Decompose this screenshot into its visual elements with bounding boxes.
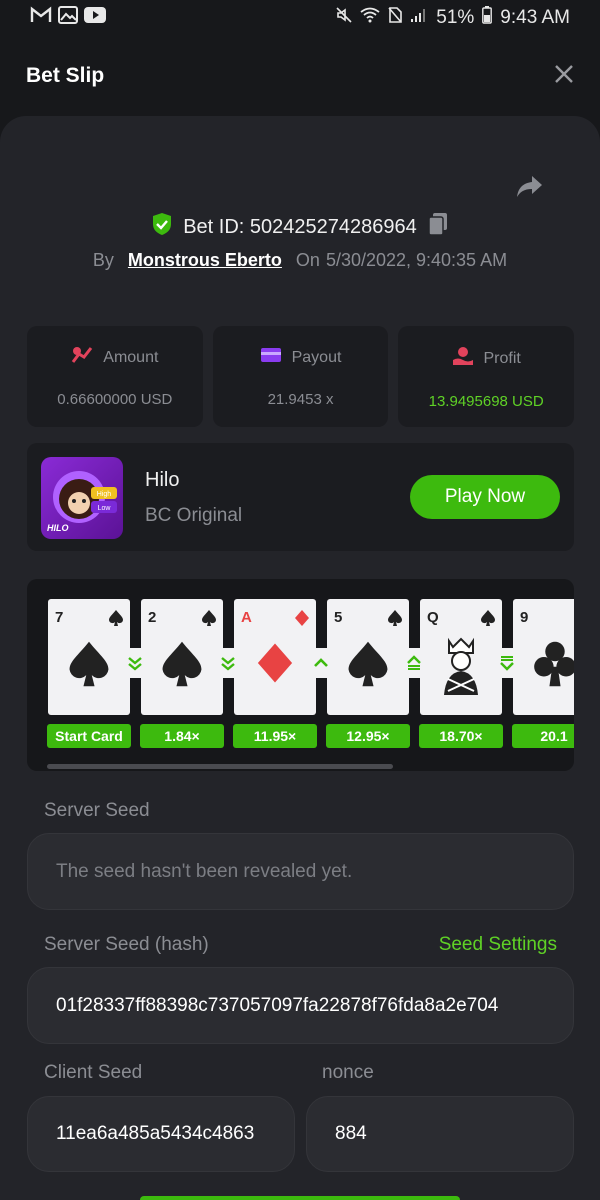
nonce-label: nonce	[322, 1062, 374, 1083]
share-icon[interactable]	[514, 170, 546, 202]
card-item: 7	[48, 599, 130, 715]
signal-icon	[410, 7, 428, 29]
spade-icon	[109, 610, 123, 626]
card-rank: 7	[55, 609, 64, 626]
battery-icon	[482, 6, 493, 30]
multiplier-badge: 11.95×	[233, 724, 317, 748]
on-label: On	[295, 250, 320, 270]
clock: 9:43 AM	[500, 7, 570, 28]
spade-icon	[202, 610, 216, 626]
queen-figure-icon	[444, 637, 478, 695]
system-icons: 51% 9:43 AM	[336, 6, 570, 30]
spade-icon	[388, 610, 402, 626]
bet-byline: By Monstrous Eberto On 5/30/2022, 9:40:3…	[0, 250, 600, 271]
card-icon	[260, 346, 282, 369]
server-seed-field[interactable]: The seed hasn't been revealed yet.	[27, 833, 574, 910]
server-seed-hash-label: Server Seed (hash)	[44, 934, 209, 955]
gmail-icon	[30, 6, 52, 30]
youtube-icon	[84, 7, 106, 29]
shield-check-icon	[151, 212, 173, 242]
game-thumbnail[interactable]: High Low HILO	[41, 457, 123, 539]
amount-value: 0.66600000 USD	[57, 391, 173, 408]
lower-equal-guess-icon	[492, 648, 522, 678]
horizontal-scrollbar[interactable]	[47, 764, 393, 769]
profit-stat: Profit 13.9495698 USD	[398, 326, 575, 427]
profit-label: Profit	[483, 349, 521, 367]
server-seed-hash-field[interactable]: 01f28337ff88398c737057097fa22878f76fda8a…	[27, 967, 574, 1044]
club-icon	[534, 641, 574, 687]
thumb-low: Low	[98, 505, 112, 512]
card-rank: 5	[334, 609, 343, 626]
game-name: Hilo	[145, 469, 180, 491]
bet-date: 5/30/2022, 9:40:35 AM	[325, 250, 508, 270]
game-card: High Low HILO Hilo BC Original Play Now	[27, 443, 574, 551]
page-title: Bet Slip	[26, 64, 105, 87]
client-seed-label: Client Seed	[44, 1062, 143, 1083]
battery-percent: 51%	[436, 7, 475, 28]
server-seed-label: Server Seed	[44, 800, 150, 821]
game-subtitle: BC Original	[145, 505, 243, 526]
card-rank: 9	[520, 609, 529, 626]
payout-value: 21.9453 x	[267, 391, 334, 408]
payout-stat: Payout 21.9453 x	[212, 326, 389, 427]
card-rank: A	[241, 609, 252, 626]
bottom-button-edge[interactable]	[140, 1196, 460, 1200]
card-item: 2	[141, 599, 223, 715]
multiplier-badge: 18.70×	[419, 724, 503, 748]
spade-icon	[69, 641, 109, 687]
multiplier-badge: 20.1	[512, 724, 574, 748]
multiplier-badge: Start Card	[47, 724, 131, 748]
higher-equal-guess-icon	[399, 648, 429, 678]
no-sim-icon	[388, 7, 403, 29]
by-label: By	[92, 250, 114, 270]
wifi-icon	[360, 7, 380, 29]
higher-guess-icon	[306, 648, 336, 678]
multiplier-badge: 1.84×	[140, 724, 224, 748]
amount-label: Amount	[103, 348, 159, 366]
card-item: Q	[420, 599, 502, 715]
mute-icon	[336, 7, 352, 29]
payout-label: Payout	[291, 348, 342, 366]
spade-icon	[481, 610, 495, 626]
card-item: A	[234, 599, 316, 715]
bet-stats: Amount 0.66600000 USD Payout 21.9453 x P…	[27, 326, 575, 427]
card-item: 5	[327, 599, 409, 715]
lower-guess-icon	[213, 648, 243, 678]
status-bar: 51% 9:43 AM	[0, 0, 600, 36]
nonce-field[interactable]: 884	[306, 1096, 574, 1172]
card-rank: Q	[427, 609, 439, 626]
multiplier-badge: 12.95×	[326, 724, 410, 748]
amount-stat: Amount 0.66600000 USD	[27, 326, 203, 427]
bet-id-row: Bet ID: 502425274286964	[0, 212, 600, 242]
lower-guess-icon	[120, 648, 150, 678]
header: Bet Slip	[0, 36, 600, 116]
card-rank: 2	[148, 609, 157, 626]
copy-icon[interactable]	[427, 212, 449, 242]
play-now-button[interactable]: Play Now	[410, 475, 560, 519]
card-history[interactable]: 7 2 A 5 Q 9 Start Card 1.84× 11.95× 12.9…	[27, 579, 574, 771]
bet-id: Bet ID: 502425274286964	[183, 215, 417, 238]
spade-icon	[162, 641, 202, 687]
gallery-icon	[58, 6, 78, 30]
notification-icons	[30, 6, 106, 30]
seed-settings-link[interactable]: Seed Settings	[439, 934, 557, 956]
card-item: 9	[513, 599, 574, 715]
diamond-icon	[257, 643, 293, 683]
close-icon[interactable]	[554, 64, 574, 89]
amount-icon	[71, 346, 93, 369]
spade-icon	[348, 641, 388, 687]
user-link[interactable]: Monstrous Eberto	[128, 250, 282, 271]
profit-icon	[452, 346, 474, 371]
diamond-icon	[295, 610, 309, 626]
client-seed-field[interactable]: 11ea6a485a5434c4863	[27, 1096, 295, 1172]
thumb-high: High	[97, 491, 112, 498]
profit-value: 13.9495698 USD	[428, 393, 544, 410]
thumb-title: HILO	[47, 523, 69, 533]
